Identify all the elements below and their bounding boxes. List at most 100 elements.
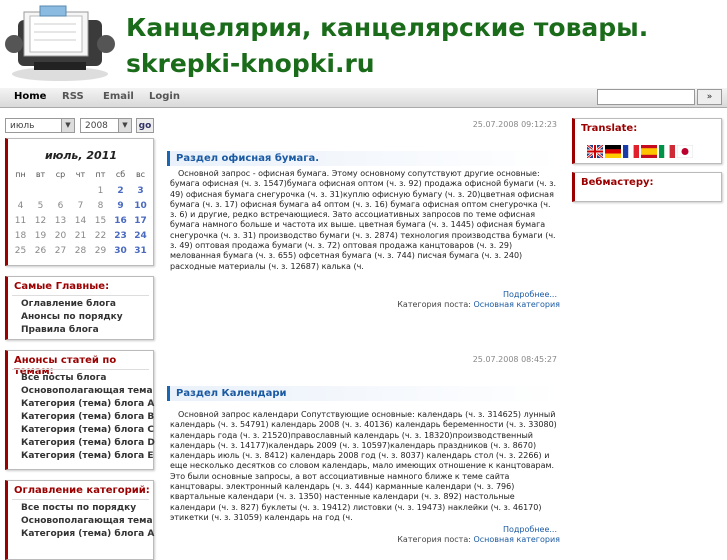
rolodex-logo-icon	[5, 5, 115, 81]
jp-flag-icon[interactable]	[677, 145, 693, 158]
calendar-day: 6	[57, 201, 64, 211]
calendar-week-row: 25 26 27 28 29 30 31	[12, 246, 152, 258]
category-link[interactable]: Все посты по порядку	[21, 503, 136, 513]
weekday-label: вс	[135, 170, 146, 179]
search-button[interactable]: »	[697, 89, 722, 105]
calendar-day: 28	[74, 246, 87, 256]
post-date: 25.07.2008 08:45:27	[472, 355, 557, 364]
top-navbar: Home RSS Email Login »	[0, 88, 727, 108]
es-flag-icon[interactable]	[641, 145, 657, 158]
post-category: Категория поста: Основная категория	[397, 300, 560, 309]
de-flag-icon[interactable]	[605, 145, 621, 158]
sidebar-link-rules[interactable]: Правила блога	[21, 325, 99, 335]
divider	[12, 295, 149, 296]
calendar-day[interactable]: 16	[112, 216, 129, 226]
weekday-label: чт	[75, 170, 86, 179]
topic-link[interactable]: Основополагающая тема	[21, 386, 153, 396]
calendar-day: 25	[14, 246, 27, 256]
post-category-link[interactable]: Основная категория	[473, 535, 560, 544]
read-more-link[interactable]: Подробнее...	[503, 525, 557, 534]
calendar-day: 12	[34, 216, 47, 226]
topic-link[interactable]: Категория (тема) блога A	[21, 399, 154, 409]
calendar-day[interactable]: 10	[132, 201, 149, 211]
nav-login[interactable]: Login	[149, 91, 180, 102]
topics-box: Анонсы статей по темам: Все посты блога …	[5, 350, 155, 470]
year-select-value: 2008	[85, 121, 108, 131]
calendar-day[interactable]: 24	[132, 231, 149, 241]
month-select[interactable]: июль ▼	[5, 118, 75, 133]
category-link[interactable]: Категория (тема) блога A	[21, 529, 154, 539]
calendar-day: 8	[97, 201, 104, 211]
uk-flag-icon[interactable]	[587, 145, 603, 158]
site-title: Канцелярия, канцелярские товары. skrepki…	[126, 13, 649, 78]
calendar-week-row: 123	[12, 186, 152, 198]
it-flag-icon[interactable]	[659, 145, 675, 158]
divider	[12, 499, 149, 500]
category-link[interactable]: Основополагающая тема	[21, 516, 153, 526]
calendar-day: 1	[97, 186, 104, 196]
calendar-week-row: 18 19 20 21 22 23 24	[12, 231, 152, 243]
sidebar-link-announcements[interactable]: Анонсы по порядку	[21, 312, 123, 322]
calendar-day: 20	[54, 231, 67, 241]
post-category-link[interactable]: Основная категория	[473, 300, 560, 309]
weekday-label: вт	[35, 170, 46, 179]
fr-flag-icon[interactable]	[623, 145, 639, 158]
archive-go-button[interactable]: go	[136, 118, 154, 133]
year-select[interactable]: 2008 ▼	[80, 118, 132, 133]
post-category-label: Категория поста:	[397, 535, 471, 544]
calendar-day[interactable]: 31	[132, 246, 149, 256]
webmaster-title: Вебмастеру:	[581, 177, 654, 188]
nav-email[interactable]: Email	[103, 91, 134, 102]
weekday-label: пт	[95, 170, 106, 179]
calendar-day: 15	[94, 216, 107, 226]
calendar-day[interactable]: 17	[132, 216, 149, 226]
calendar-day[interactable]: 9	[112, 201, 129, 211]
site-header: Канцелярия, канцелярские товары. skrepki…	[0, 0, 727, 89]
calendar-day: 27	[54, 246, 67, 256]
main-content: 25.07.2008 09:12:23 Раздел офисная бумаг…	[160, 108, 565, 545]
calendar-weekdays: пн вт ср чт пт сб вс	[12, 170, 152, 182]
categories-box: Оглавление категорий: Все посты по поряд…	[5, 480, 154, 560]
calendar-day: 22	[94, 231, 107, 241]
calendar-day: 19	[34, 231, 47, 241]
translate-title: Translate:	[581, 123, 638, 134]
calendar-day: 29	[94, 246, 107, 256]
calendar-day: 26	[34, 246, 47, 256]
chevron-down-icon: ▼	[118, 119, 131, 132]
topic-link[interactable]: Все посты блога	[21, 373, 107, 383]
post-title[interactable]: Раздел офисная бумага.	[167, 151, 559, 166]
divider	[12, 369, 149, 370]
nav-home[interactable]: Home	[14, 91, 46, 102]
search-input[interactable]	[597, 89, 695, 105]
calendar-box: июль, 2011 пн вт ср чт пт сб вс 12345678…	[5, 138, 154, 266]
nav-rss[interactable]: RSS	[62, 91, 84, 102]
calendar-week-row: 11 12 13 14 15 16 17	[12, 216, 152, 228]
calendar-day: 5	[37, 201, 44, 211]
sidebar-link-contents[interactable]: Оглавление блога	[21, 299, 116, 309]
calendar-day[interactable]: 23	[112, 231, 129, 241]
post-body: Основной запрос - офисная бумага. Этому …	[170, 169, 557, 271]
post-body: Основной запрос календари Сопутствующие …	[170, 410, 557, 522]
calendar-week-row: 4 5 6 7 8 9 10	[12, 201, 152, 213]
chevron-down-icon: ▼	[61, 119, 74, 132]
weekday-label: пн	[15, 170, 26, 179]
calendar-day[interactable]: 30	[112, 246, 129, 256]
calendar-title: июль, 2011	[44, 149, 118, 162]
topic-link[interactable]: Категория (тема) блога D	[21, 438, 155, 448]
calendar-day: 4	[17, 201, 24, 211]
post-category: Категория поста: Основная категория	[397, 535, 560, 544]
calendar-day: 21	[74, 231, 87, 241]
calendar-day[interactable]: 2	[112, 186, 129, 196]
calendar-day[interactable]: 3	[132, 186, 149, 196]
calendar-day: 11	[14, 216, 27, 226]
categories-title: Оглавление категорий:	[14, 485, 150, 496]
main-links-title: Самые Главные:	[14, 281, 110, 292]
topic-link[interactable]: Категория (тема) блога E	[21, 451, 154, 461]
calendar-day: 13	[54, 216, 67, 226]
topic-link[interactable]: Категория (тема) блога C	[21, 425, 154, 435]
post-title[interactable]: Раздел Календари	[167, 386, 559, 401]
topic-link[interactable]: Категория (тема) блога B	[21, 412, 154, 422]
weekday-label: сб	[115, 170, 126, 179]
webmaster-box: Вебмастеру:	[572, 172, 722, 202]
read-more-link[interactable]: Подробнее...	[503, 290, 557, 299]
